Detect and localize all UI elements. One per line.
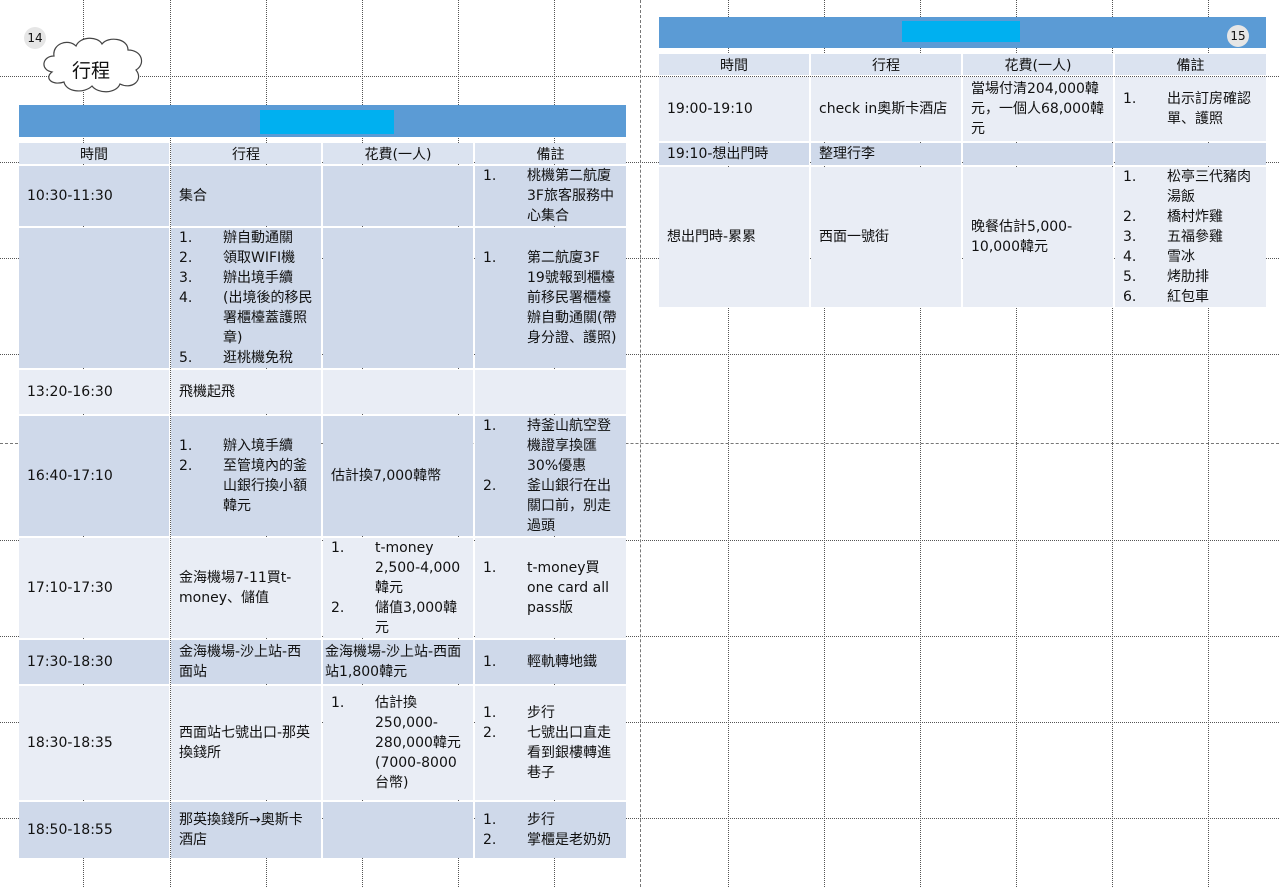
list-item: 1. t-money 2,500-4,000韓元: [331, 540, 461, 596]
cell-note: 1. 松亭三代豬肉湯飯 2. 橋村炸雞 3. 五福參雞 4. 雪冰 5. 烤肋排 6. 紅包…: [1115, 167, 1266, 307]
cell-plan: 西面一號街: [811, 167, 961, 307]
list-item: 4. 雪冰: [1123, 249, 1195, 265]
table-row: 18:50-18:55 那英換錢所→奧斯卡酒店 1. 步行 2. 掌櫃是老奶奶: [19, 802, 626, 858]
cell-time: 17:30-18:30: [19, 640, 169, 684]
table-row: 1. 辦自動通關 2. 領取WIFI機 3. 辦出境手續 4. (出境後的移民署櫃檯蓋護…: [19, 228, 626, 368]
list-item: 1. 松亭三代豬肉湯飯: [1123, 169, 1251, 205]
header-time: 時間: [659, 54, 809, 75]
list-item: 2. 至管境內的釜山銀行換小額韓元: [179, 458, 307, 514]
section-title: 行程: [72, 60, 111, 82]
table-row: 10:30-11:30 集合 1. 桃機第二航廈3F旅客服務中心集合: [19, 166, 626, 226]
list-item: 2. 領取WIFI機: [179, 250, 296, 266]
cell-cost: [963, 143, 1113, 165]
list-item: 2. 七號出口直走看到銀樓轉進巷子: [483, 725, 611, 781]
list-item: 5. 逛桃機免稅: [179, 350, 293, 366]
table-row: 17:30-18:30 金海機場-沙上站-西面站 金海機場-沙上站-西面站1,8…: [19, 640, 626, 684]
header-cost: 花費(一人): [963, 54, 1113, 75]
cell-cost: 金海機場-沙上站-西面站1,800韓元: [323, 640, 473, 684]
list-item: 1. 出示訂房確認單、護照: [1123, 91, 1251, 127]
cell-note: 1. 持釜山航空登機證享換匯30%優惠 2. 釜山銀行在出關口前，別走過頭: [475, 416, 626, 536]
list-item: 1. 第二航廈3F 19號報到櫃檯前移民署櫃檯辦自動通關(帶身分證、護照): [483, 250, 617, 346]
table-row: 13:20-16:30 飛機起飛: [19, 370, 626, 414]
list-item: 1. 輕軌轉地鐵: [483, 654, 597, 670]
table-row: 19:00-19:10 check in奧斯卡酒店 當場付清204,000韓元，…: [659, 77, 1266, 141]
table-row: 19:10-想出門時 整理行李: [659, 143, 1266, 165]
list-item: 1. t-money買one card all pass版: [483, 560, 609, 616]
cell-time: 16:40-17:10: [19, 416, 169, 536]
list-item: 4. (出境後的移民署櫃檯蓋護照章): [179, 290, 313, 346]
table-row: 想出門時-累累 西面一號街 晚餐估計5,000-10,000韓元 1. 松亭三代豬…: [659, 167, 1266, 307]
cell-cost: 當場付清204,000韓元，一個人68,000韓元: [963, 77, 1113, 141]
list-item: 1. 辦自動通關: [179, 230, 293, 246]
list-item: 2. 儲值3,000韓元: [331, 600, 458, 636]
header-time: 時間: [19, 143, 169, 164]
list-item: 6. 紅包車: [1123, 289, 1209, 305]
table-row: 16:40-17:10 1. 辦入境手續 2. 至管境內的釜山銀行換小額韓元 估計換…: [19, 416, 626, 536]
table-title-highlight-left: [260, 110, 394, 134]
cell-plan: 那英換錢所→奧斯卡酒店: [171, 802, 321, 858]
page-number-right: 15: [1227, 25, 1249, 47]
cell-cost: [323, 802, 473, 858]
header-plan: 行程: [811, 54, 961, 75]
cell-time: 17:10-17:30: [19, 538, 169, 638]
cell-note: 1. 桃機第二航廈3F旅客服務中心集合: [475, 166, 626, 226]
cell-plan: check in奧斯卡酒店: [811, 77, 961, 141]
table-title-highlight-right: [902, 21, 1020, 42]
list-item: 1. 辦入境手續: [179, 438, 293, 454]
cell-note: 1. 出示訂房確認單、護照: [1115, 77, 1266, 141]
cell-time: [19, 228, 169, 368]
cell-plan: 整理行李: [811, 143, 961, 165]
list-item: 1. 估計換250,000-280,000韓元(7000-8000台幣): [331, 695, 461, 791]
cell-cost: [323, 370, 473, 414]
cell-time: 19:10-想出門時: [659, 143, 809, 165]
cell-plan: 金海機場7-11買t-money、儲值: [171, 538, 321, 638]
cell-cost: [323, 166, 473, 226]
table-row: 18:30-18:35 西面站七號出口-那英換錢所 1. 估計換250,000-2…: [19, 686, 626, 800]
list-item: 1. 步行: [483, 812, 555, 828]
cell-time: 18:30-18:35: [19, 686, 169, 800]
cell-plan: 集合: [171, 166, 321, 226]
itinerary-table-left: 時間 行程 花費(一人) 備註 10:30-11:30 集合 1. 桃機第二航廈3…: [17, 141, 628, 860]
cell-note: [1115, 143, 1266, 165]
list-item: 2. 掌櫃是老奶奶: [483, 832, 611, 848]
list-item: 1. 持釜山航空登機證享換匯30%優惠: [483, 418, 611, 474]
cell-plan: 飛機起飛: [171, 370, 321, 414]
list-item: 2. 釜山銀行在出關口前，別走過頭: [483, 478, 611, 534]
cell-cost: 1. 估計換250,000-280,000韓元(7000-8000台幣): [323, 686, 473, 800]
list-item: 5. 烤肋排: [1123, 269, 1209, 285]
list-item: 3. 五福參雞: [1123, 229, 1223, 245]
cell-time: 19:00-19:10: [659, 77, 809, 141]
header-note: 備註: [475, 143, 626, 164]
cell-note: 1. 步行 2. 七號出口直走看到銀樓轉進巷子: [475, 686, 626, 800]
cell-time: 想出門時-累累: [659, 167, 809, 307]
cell-note: [475, 370, 626, 414]
list-item: 1. 桃機第二航廈3F旅客服務中心集合: [483, 168, 614, 224]
list-item: 2. 橋村炸雞: [1123, 209, 1223, 225]
cell-cost: 1. t-money 2,500-4,000韓元 2. 儲值3,000韓元: [323, 538, 473, 638]
cell-note: 1. t-money買one card all pass版: [475, 538, 626, 638]
cell-plan: 1. 辦自動通關 2. 領取WIFI機 3. 辦出境手續 4. (出境後的移民署櫃檯蓋護…: [171, 228, 321, 368]
cell-cost: [323, 228, 473, 368]
header-note: 備註: [1115, 54, 1266, 75]
cell-plan: 西面站七號出口-那英換錢所: [171, 686, 321, 800]
table-row: 17:10-17:30 金海機場7-11買t-money、儲值 1. t-mone…: [19, 538, 626, 638]
header-cost: 花費(一人): [323, 143, 473, 164]
cell-time: 10:30-11:30: [19, 166, 169, 226]
header-plan: 行程: [171, 143, 321, 164]
cell-note: 1. 輕軌轉地鐵: [475, 640, 626, 684]
cell-time: 13:20-16:30: [19, 370, 169, 414]
itinerary-table-right: 時間 行程 花費(一人) 備註 19:00-19:10 check in奧斯卡酒…: [657, 52, 1268, 309]
cell-cost: 估計換7,000韓幣: [323, 416, 473, 536]
list-item: 1. 步行: [483, 705, 555, 721]
list-item: 3. 辦出境手續: [179, 270, 293, 286]
page-divider: [640, 0, 641, 887]
cell-time: 18:50-18:55: [19, 802, 169, 858]
cell-plan: 1. 辦入境手續 2. 至管境內的釜山銀行換小額韓元: [171, 416, 321, 536]
cell-cost: 晚餐估計5,000-10,000韓元: [963, 167, 1113, 307]
cell-note: 1. 第二航廈3F 19號報到櫃檯前移民署櫃檯辦自動通關(帶身分證、護照): [475, 228, 626, 368]
cell-note: 1. 步行 2. 掌櫃是老奶奶: [475, 802, 626, 858]
cell-plan: 金海機場-沙上站-西面站: [171, 640, 321, 684]
